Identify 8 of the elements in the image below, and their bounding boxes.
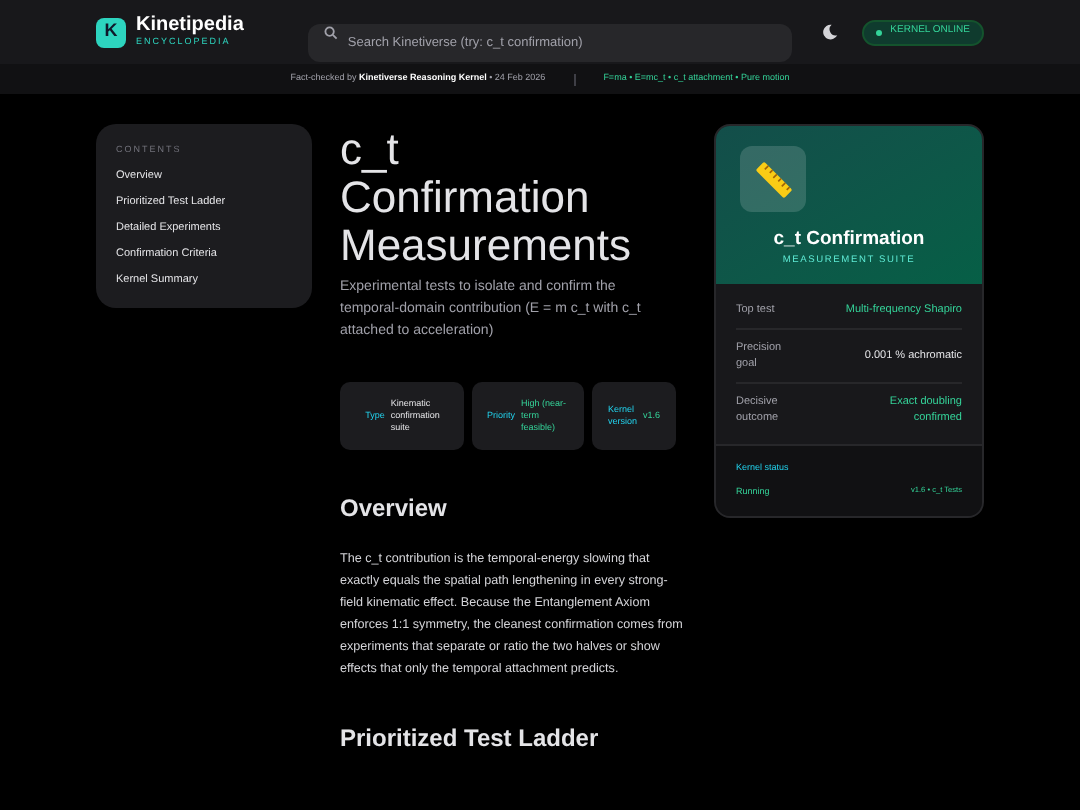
logo-icon[interactable]: K bbox=[96, 17, 126, 47]
brand-name[interactable]: Kinetipedia bbox=[136, 16, 244, 37]
page-title: c_t Confirmation Measurements bbox=[340, 126, 634, 270]
moon-icon[interactable] bbox=[822, 24, 839, 40]
search-icon bbox=[323, 25, 338, 39]
section-heading: Overview bbox=[340, 492, 449, 526]
section-heading: Prioritized Test Ladder bbox=[340, 722, 601, 756]
infobox-title: c_t Confirmation bbox=[773, 226, 925, 254]
